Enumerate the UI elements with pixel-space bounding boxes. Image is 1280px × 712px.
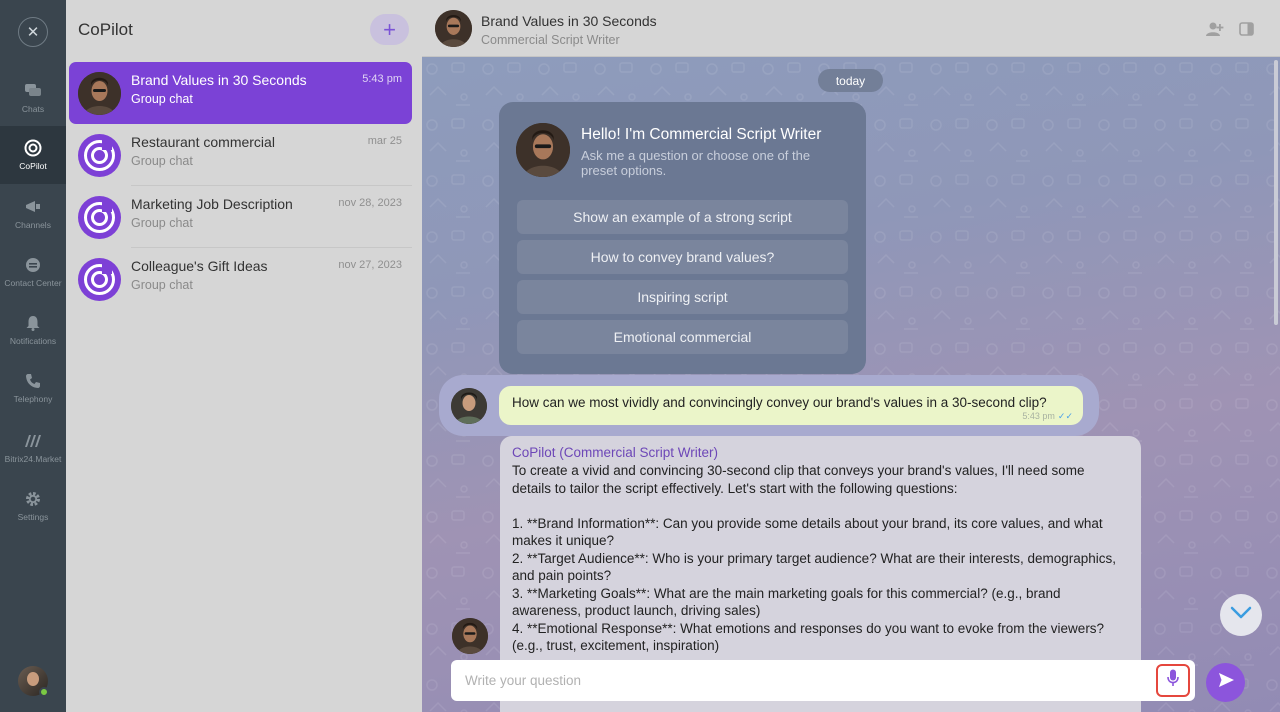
contact-center-icon [24, 256, 42, 274]
chat-time: nov 27, 2023 [338, 259, 402, 271]
read-check-icon: ✓✓ [1057, 411, 1073, 421]
rail-item-settings[interactable]: Settings [0, 478, 66, 534]
chat-subtitle: Group chat [131, 92, 193, 106]
chat-list-item[interactable]: Colleague's Gift Ideas Group chat nov 27… [69, 248, 412, 310]
rail-item-channels[interactable]: Channels [0, 186, 66, 242]
chevron-down-icon [1230, 606, 1252, 625]
rail-label: CoPilot [19, 161, 47, 171]
chat-name: Restaurant commercial [131, 134, 275, 150]
rail-label: Contact Center [4, 278, 62, 288]
user-avatar[interactable] [18, 666, 49, 697]
welcome-card: Hello! I'm Commercial Script Writer Ask … [499, 102, 866, 374]
message-composer [451, 660, 1195, 701]
welcome-title: Hello! I'm Commercial Script Writer [581, 126, 822, 143]
scroll-down-button[interactable] [1220, 594, 1262, 636]
rail-item-telephony[interactable]: Telephony [0, 360, 66, 416]
preset-option[interactable]: How to convey brand values? [517, 240, 848, 274]
bell-icon [24, 314, 42, 332]
gear-icon [24, 490, 42, 508]
rail-item-market[interactable]: Bitrix24.Market [0, 420, 66, 476]
rail-label: Telephony [13, 394, 53, 404]
chat-subtitle: Group chat [131, 154, 193, 168]
chat-list-item[interactable]: Restaurant commercial Group chat mar 25 [69, 124, 412, 186]
chat-avatar[interactable] [435, 10, 472, 47]
close-icon: ✕ [26, 24, 40, 41]
copilot-avatar-icon [78, 134, 121, 177]
scrollbar[interactable] [1274, 60, 1278, 325]
user-message-text: How can we most vividly and convincingly… [512, 395, 1047, 410]
chat-time: nov 28, 2023 [338, 197, 402, 209]
user-message-row: How can we most vividly and convincingly… [439, 375, 1099, 436]
preset-option[interactable]: Inspiring script [517, 280, 848, 314]
avatar [78, 72, 121, 115]
chat-name: Brand Values in 30 Seconds [131, 72, 307, 88]
send-icon [1217, 671, 1235, 694]
welcome-subtitle: Ask me a question or choose one of the p… [581, 148, 811, 178]
rail-item-chats[interactable]: Chats [0, 70, 66, 126]
new-chat-button[interactable]: + [370, 14, 409, 45]
megaphone-icon [24, 198, 42, 216]
chat-time: 5:43 pm [362, 73, 402, 85]
user-message-avatar [451, 388, 487, 424]
online-status-dot [39, 687, 49, 697]
rail-item-copilot[interactable]: CoPilot [0, 126, 66, 184]
assistant-avatar [516, 123, 570, 177]
chat-subtitle: Group chat [131, 216, 193, 230]
chat-list-panel: CoPilot + Brand Values in 30 Seconds Gro… [66, 0, 422, 712]
copilot-avatar-icon [78, 196, 121, 239]
date-divider: today [818, 69, 883, 92]
list-title: CoPilot [78, 20, 133, 39]
add-user-icon[interactable] [1206, 20, 1224, 38]
rail-label: Bitrix24.Market [4, 454, 62, 464]
rail-label: Notifications [9, 336, 57, 346]
chat-list-item[interactable]: Brand Values in 30 Seconds Group chat 5:… [69, 62, 412, 124]
market-icon [24, 432, 42, 450]
preset-option[interactable]: Emotional commercial [517, 320, 848, 354]
chat-time: mar 25 [367, 135, 402, 147]
chat-subtitle: Commercial Script Writer [481, 33, 620, 47]
chat-name: Marketing Job Description [131, 196, 293, 212]
rail-item-notifications[interactable]: Notifications [0, 302, 66, 358]
rail-label: Chats [21, 104, 45, 114]
send-button[interactable] [1206, 663, 1245, 702]
chat-area: today Hello! I'm Commercial Script Write… [422, 57, 1280, 712]
copilot-avatar-icon [78, 258, 121, 301]
chat-list-item[interactable]: Marketing Job Description Group chat nov… [69, 186, 412, 248]
phone-icon [24, 372, 42, 390]
chat-name: Colleague's Gift Ideas [131, 258, 268, 274]
rail-label: Settings [17, 512, 49, 522]
microphone-icon [1167, 669, 1179, 692]
rail-label: Channels [15, 220, 51, 230]
bot-message-text: To create a vivid and convincing 30-seco… [512, 463, 1117, 653]
chat-subtitle: Group chat [131, 278, 193, 292]
bot-message-avatar [452, 618, 488, 654]
plus-icon: + [383, 16, 396, 42]
panel-toggle-icon[interactable] [1237, 20, 1255, 38]
message-input[interactable] [451, 660, 1151, 701]
nav-rail: ✕ Chats CoPilot Channels Contact Center … [0, 0, 66, 712]
rail-item-contact-center[interactable]: Contact Center [0, 244, 66, 300]
close-button[interactable]: ✕ [18, 17, 48, 47]
user-message-bubble: How can we most vividly and convincingly… [499, 386, 1083, 425]
preset-option[interactable]: Show an example of a strong script [517, 200, 848, 234]
chat-header: Brand Values in 30 Seconds Commercial Sc… [422, 0, 1280, 57]
copilot-icon [24, 139, 42, 157]
bot-author: CoPilot (Commercial Script Writer) [512, 445, 719, 460]
message-time: 5:43 pm [1022, 411, 1055, 421]
microphone-button[interactable] [1156, 664, 1190, 697]
chat-title: Brand Values in 30 Seconds [481, 13, 657, 29]
message-meta: 5:43 pm ✓✓ [1022, 411, 1073, 422]
chats-icon [24, 82, 42, 100]
